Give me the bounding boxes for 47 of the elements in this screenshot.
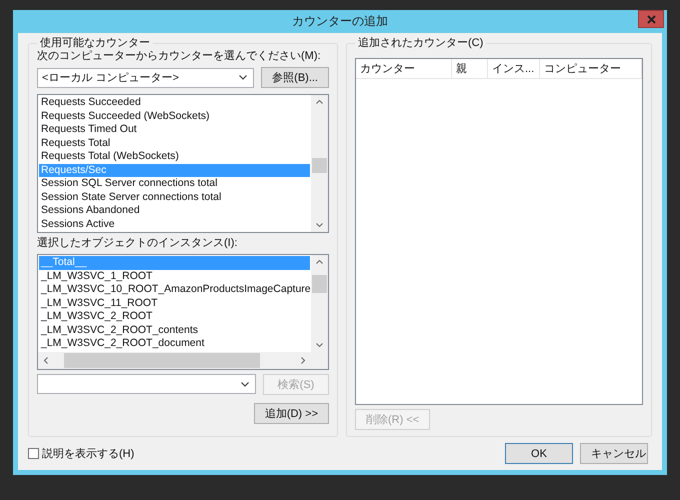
scrollbar-thumb[interactable] [312, 158, 327, 174]
instance-item[interactable]: _LM_W3SVC_2_ROOT_document [39, 337, 310, 350]
window-title: カウンターの追加 [292, 13, 388, 30]
instance-item[interactable]: _LM_W3SVC_11_ROOT [39, 296, 310, 310]
group-title: 追加されたカウンター(C) [357, 37, 484, 50]
ok-button[interactable]: OK [505, 443, 573, 464]
column-header[interactable]: カウンター [356, 59, 452, 78]
counter-item[interactable]: Requests Total (WebSockets) [39, 150, 310, 164]
column-header[interactable]: コンピューター [540, 59, 642, 78]
caret-icon [239, 75, 248, 80]
scrollbar-thumb[interactable] [312, 275, 327, 293]
counter-item[interactable]: Session State Server connections total [39, 190, 310, 204]
show-description-checkbox[interactable]: 説明を表示する(H) [28, 446, 134, 461]
caret-icon [241, 382, 249, 386]
vertical-scrollbar[interactable] [311, 95, 328, 232]
chevron-up-icon[interactable] [316, 100, 323, 104]
browse-button[interactable]: 参照(B)... [261, 67, 329, 88]
cancel-button[interactable]: キャンセル [580, 443, 648, 464]
field-label: 選択したオブジェクトのインスタンス(I): [37, 237, 238, 250]
field-label: 次のコンピューターからカウンターを選んでください(M): [37, 50, 322, 63]
counter-item[interactable]: Requests Succeeded (WebSockets) [39, 110, 310, 123]
column-header[interactable]: 親 [452, 59, 488, 78]
counter-item[interactable]: Requests Timed Out [39, 123, 310, 136]
group-title: 使用可能なカウンター [39, 37, 151, 50]
scrollbar-thumb[interactable] [64, 352, 260, 368]
counter-item[interactable]: Requests Succeeded [39, 96, 310, 110]
vertical-scrollbar[interactable] [311, 255, 328, 352]
counter-item[interactable]: Sessions Abandoned [39, 204, 310, 218]
instance-item[interactable]: _LM_W3SVC_2_ROOT [39, 310, 310, 324]
search-dropdown[interactable] [37, 374, 256, 394]
instance-item[interactable]: _LM_W3SVC_2_ROOT_contents [39, 324, 310, 337]
instance-item[interactable]: _LM_W3SVC_1_ROOT [39, 270, 310, 283]
chevron-down-icon[interactable] [316, 342, 323, 346]
instance-item[interactable]: _LM_W3SVC_10_ROOT_AmazonProductsImageCapture [39, 283, 310, 296]
counter-item[interactable]: Sessions Active [39, 218, 310, 231]
counter-item[interactable]: Requests Total [39, 136, 310, 150]
column-header[interactable]: インス... [488, 59, 540, 78]
chevron-up-icon[interactable] [316, 260, 323, 264]
horizontal-scrollbar[interactable] [38, 352, 328, 368]
counter-item[interactable]: Session SQL Server connections total [39, 177, 310, 190]
chevron-left-icon[interactable] [44, 356, 48, 364]
close-icon [646, 14, 656, 24]
chevron-right-icon[interactable] [301, 356, 305, 364]
close-button[interactable] [638, 10, 664, 28]
add-button[interactable]: 追加(D) >> [254, 402, 329, 424]
chevron-down-icon[interactable] [316, 223, 323, 227]
computer-dropdown[interactable]: <ローカル コンピューター> [37, 68, 254, 88]
